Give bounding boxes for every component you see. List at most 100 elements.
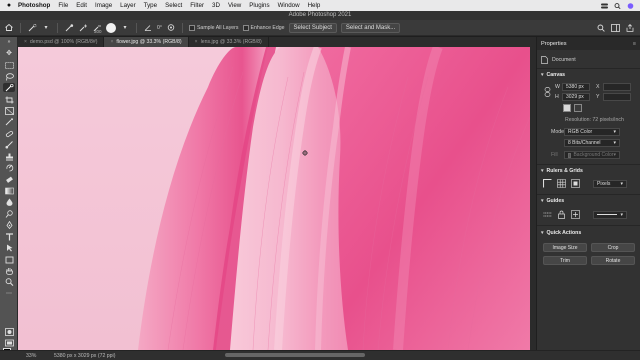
crop-button[interactable]: Crop bbox=[591, 243, 635, 252]
pen-tool-icon[interactable] bbox=[3, 220, 15, 229]
chevron-down-icon[interactable]: ▾ bbox=[41, 23, 51, 33]
search-icon[interactable] bbox=[597, 24, 605, 32]
guides-lock-icon[interactable] bbox=[557, 210, 566, 219]
landscape-orientation-icon[interactable] bbox=[574, 104, 582, 112]
height-field[interactable]: 3029 px bbox=[562, 93, 590, 101]
menu-window[interactable]: Window bbox=[278, 2, 300, 9]
hand-tool-icon[interactable] bbox=[3, 266, 15, 275]
sample-all-layers-checkbox[interactable] bbox=[188, 24, 195, 31]
tab-properties[interactable]: Properties bbox=[541, 41, 567, 47]
eraser-tool-icon[interactable] bbox=[3, 175, 15, 184]
close-icon[interactable]: × bbox=[195, 39, 198, 45]
menu-view[interactable]: View bbox=[228, 2, 241, 9]
guides-icon[interactable] bbox=[543, 210, 552, 219]
menu-plugins[interactable]: Plugins bbox=[249, 2, 269, 9]
gradient-tool-icon[interactable] bbox=[3, 186, 15, 195]
bits-dropdown[interactable]: 8 Bits/Channel ▾ bbox=[564, 139, 620, 147]
image-size-button[interactable]: Image Size bbox=[543, 243, 587, 252]
zoom-tool-icon[interactable] bbox=[3, 277, 15, 286]
menu-select[interactable]: Select bbox=[165, 2, 182, 9]
menu-layer[interactable]: Layer bbox=[120, 2, 135, 9]
menu-app-name[interactable]: Photoshop bbox=[18, 2, 50, 9]
brush-size-preview[interactable] bbox=[106, 22, 116, 33]
tab-flower[interactable]: × flower.jpg @ 33.3% (RGB/8) bbox=[104, 37, 189, 47]
fill-dropdown[interactable]: Background Color ▾ bbox=[564, 151, 620, 159]
angle-icon[interactable] bbox=[143, 23, 153, 33]
document-info[interactable]: 5380 px x 3029 px (72 ppi) bbox=[54, 353, 115, 359]
link-icon[interactable] bbox=[544, 87, 551, 97]
menu-filter[interactable]: Filter bbox=[190, 2, 204, 9]
path-selection-tool-icon[interactable] bbox=[3, 243, 15, 252]
trim-button[interactable]: Trim bbox=[543, 256, 587, 265]
flower-image[interactable] bbox=[18, 47, 530, 350]
home-icon[interactable] bbox=[4, 23, 14, 33]
enhance-edge-option[interactable]: Enhance Edge bbox=[242, 24, 285, 31]
menu-3d[interactable]: 3D bbox=[212, 2, 220, 9]
move-tool-icon[interactable]: ✥ bbox=[3, 49, 15, 58]
width-field[interactable]: 5380 px bbox=[562, 83, 590, 91]
share-icon[interactable] bbox=[626, 23, 634, 32]
guide-color-dropdown[interactable]: ▾ bbox=[593, 210, 627, 219]
y-field[interactable] bbox=[603, 93, 631, 101]
screen-mode-icon[interactable] bbox=[3, 338, 15, 347]
guides-section-header[interactable]: ▾ Guides bbox=[541, 198, 564, 204]
tab-demo[interactable]: × demo.psd @ 100% (RGB/8#) bbox=[18, 37, 105, 47]
history-brush-tool-icon[interactable] bbox=[3, 163, 15, 172]
collapse-icon[interactable]: » bbox=[3, 38, 15, 47]
close-icon[interactable]: × bbox=[24, 39, 27, 45]
blur-tool-icon[interactable] bbox=[3, 197, 15, 206]
angle-value[interactable]: 0° bbox=[157, 25, 162, 31]
grid-icon[interactable] bbox=[557, 179, 566, 188]
quick-mask-icon[interactable] bbox=[3, 327, 15, 336]
add-to-selection-icon[interactable] bbox=[78, 23, 88, 33]
siri-icon[interactable] bbox=[627, 2, 634, 9]
frame-tool-icon[interactable] bbox=[3, 106, 15, 115]
menu-edit[interactable]: Edit bbox=[76, 2, 87, 9]
zoom-level[interactable]: 33% bbox=[26, 353, 50, 359]
mode-dropdown[interactable]: RGB Color ▾ bbox=[564, 128, 620, 136]
x-field[interactable] bbox=[603, 83, 631, 91]
healing-brush-tool-icon[interactable] bbox=[3, 129, 15, 138]
crop-tool-icon[interactable] bbox=[3, 95, 15, 104]
units-dropdown[interactable]: Pixels ▾ bbox=[593, 179, 627, 188]
select-and-mask-button[interactable]: Select and Mask... bbox=[340, 22, 401, 33]
menu-help[interactable]: Help bbox=[308, 2, 321, 9]
tab-lens[interactable]: × lens.jpg @ 33.3% (RGB/8) bbox=[189, 37, 269, 47]
new-guide-icon[interactable] bbox=[571, 210, 580, 219]
rectangle-tool-icon[interactable] bbox=[3, 255, 15, 264]
menu-type[interactable]: Type bbox=[144, 2, 157, 9]
workspace-icon[interactable] bbox=[611, 23, 620, 32]
type-tool-icon[interactable] bbox=[3, 232, 15, 241]
quick-selection-tool-preset-icon[interactable] bbox=[27, 23, 37, 33]
menu-file[interactable]: File bbox=[58, 2, 68, 9]
marquee-tool-icon[interactable] bbox=[3, 61, 15, 70]
select-subject-button[interactable]: Select Subject bbox=[288, 22, 337, 33]
rulers-section-header[interactable]: ▾ Rulers & Grids bbox=[541, 168, 583, 174]
new-selection-icon[interactable] bbox=[64, 23, 74, 33]
dodge-tool-icon[interactable] bbox=[3, 209, 15, 218]
rotate-button[interactable]: Rotate bbox=[591, 256, 635, 265]
eyedropper-tool-icon[interactable] bbox=[3, 117, 15, 126]
panel-menu-icon[interactable]: ≡ bbox=[633, 41, 636, 47]
quick-actions-section-header[interactable]: ▾ Quick Actions bbox=[541, 230, 581, 236]
enhance-edge-checkbox[interactable] bbox=[242, 24, 249, 31]
chevron-down-icon[interactable]: ▾ bbox=[120, 23, 130, 33]
brush-tool-icon[interactable] bbox=[3, 140, 15, 149]
pixel-grid-icon[interactable] bbox=[571, 179, 580, 188]
horizontal-scrollbar[interactable] bbox=[225, 353, 365, 357]
ruler-icon[interactable] bbox=[543, 179, 552, 188]
control-center-icon[interactable] bbox=[601, 3, 608, 9]
more-tools-icon[interactable]: ⋯ bbox=[3, 289, 15, 298]
portrait-orientation-icon[interactable] bbox=[563, 104, 571, 112]
lasso-tool-icon[interactable] bbox=[3, 72, 15, 81]
menu-image[interactable]: Image bbox=[95, 2, 112, 9]
quick-selection-tool-icon[interactable] bbox=[3, 83, 15, 92]
document-canvas[interactable] bbox=[18, 47, 530, 350]
pressure-icon[interactable] bbox=[166, 23, 176, 33]
sample-all-layers-option[interactable]: Sample All Layers bbox=[188, 24, 239, 31]
canvas-section-header[interactable]: ▾ Canvas bbox=[541, 72, 565, 78]
apple-icon[interactable]: ● bbox=[4, 2, 14, 9]
clone-stamp-tool-icon[interactable] bbox=[3, 152, 15, 161]
search-icon[interactable] bbox=[614, 2, 621, 9]
close-icon[interactable]: × bbox=[110, 39, 113, 45]
